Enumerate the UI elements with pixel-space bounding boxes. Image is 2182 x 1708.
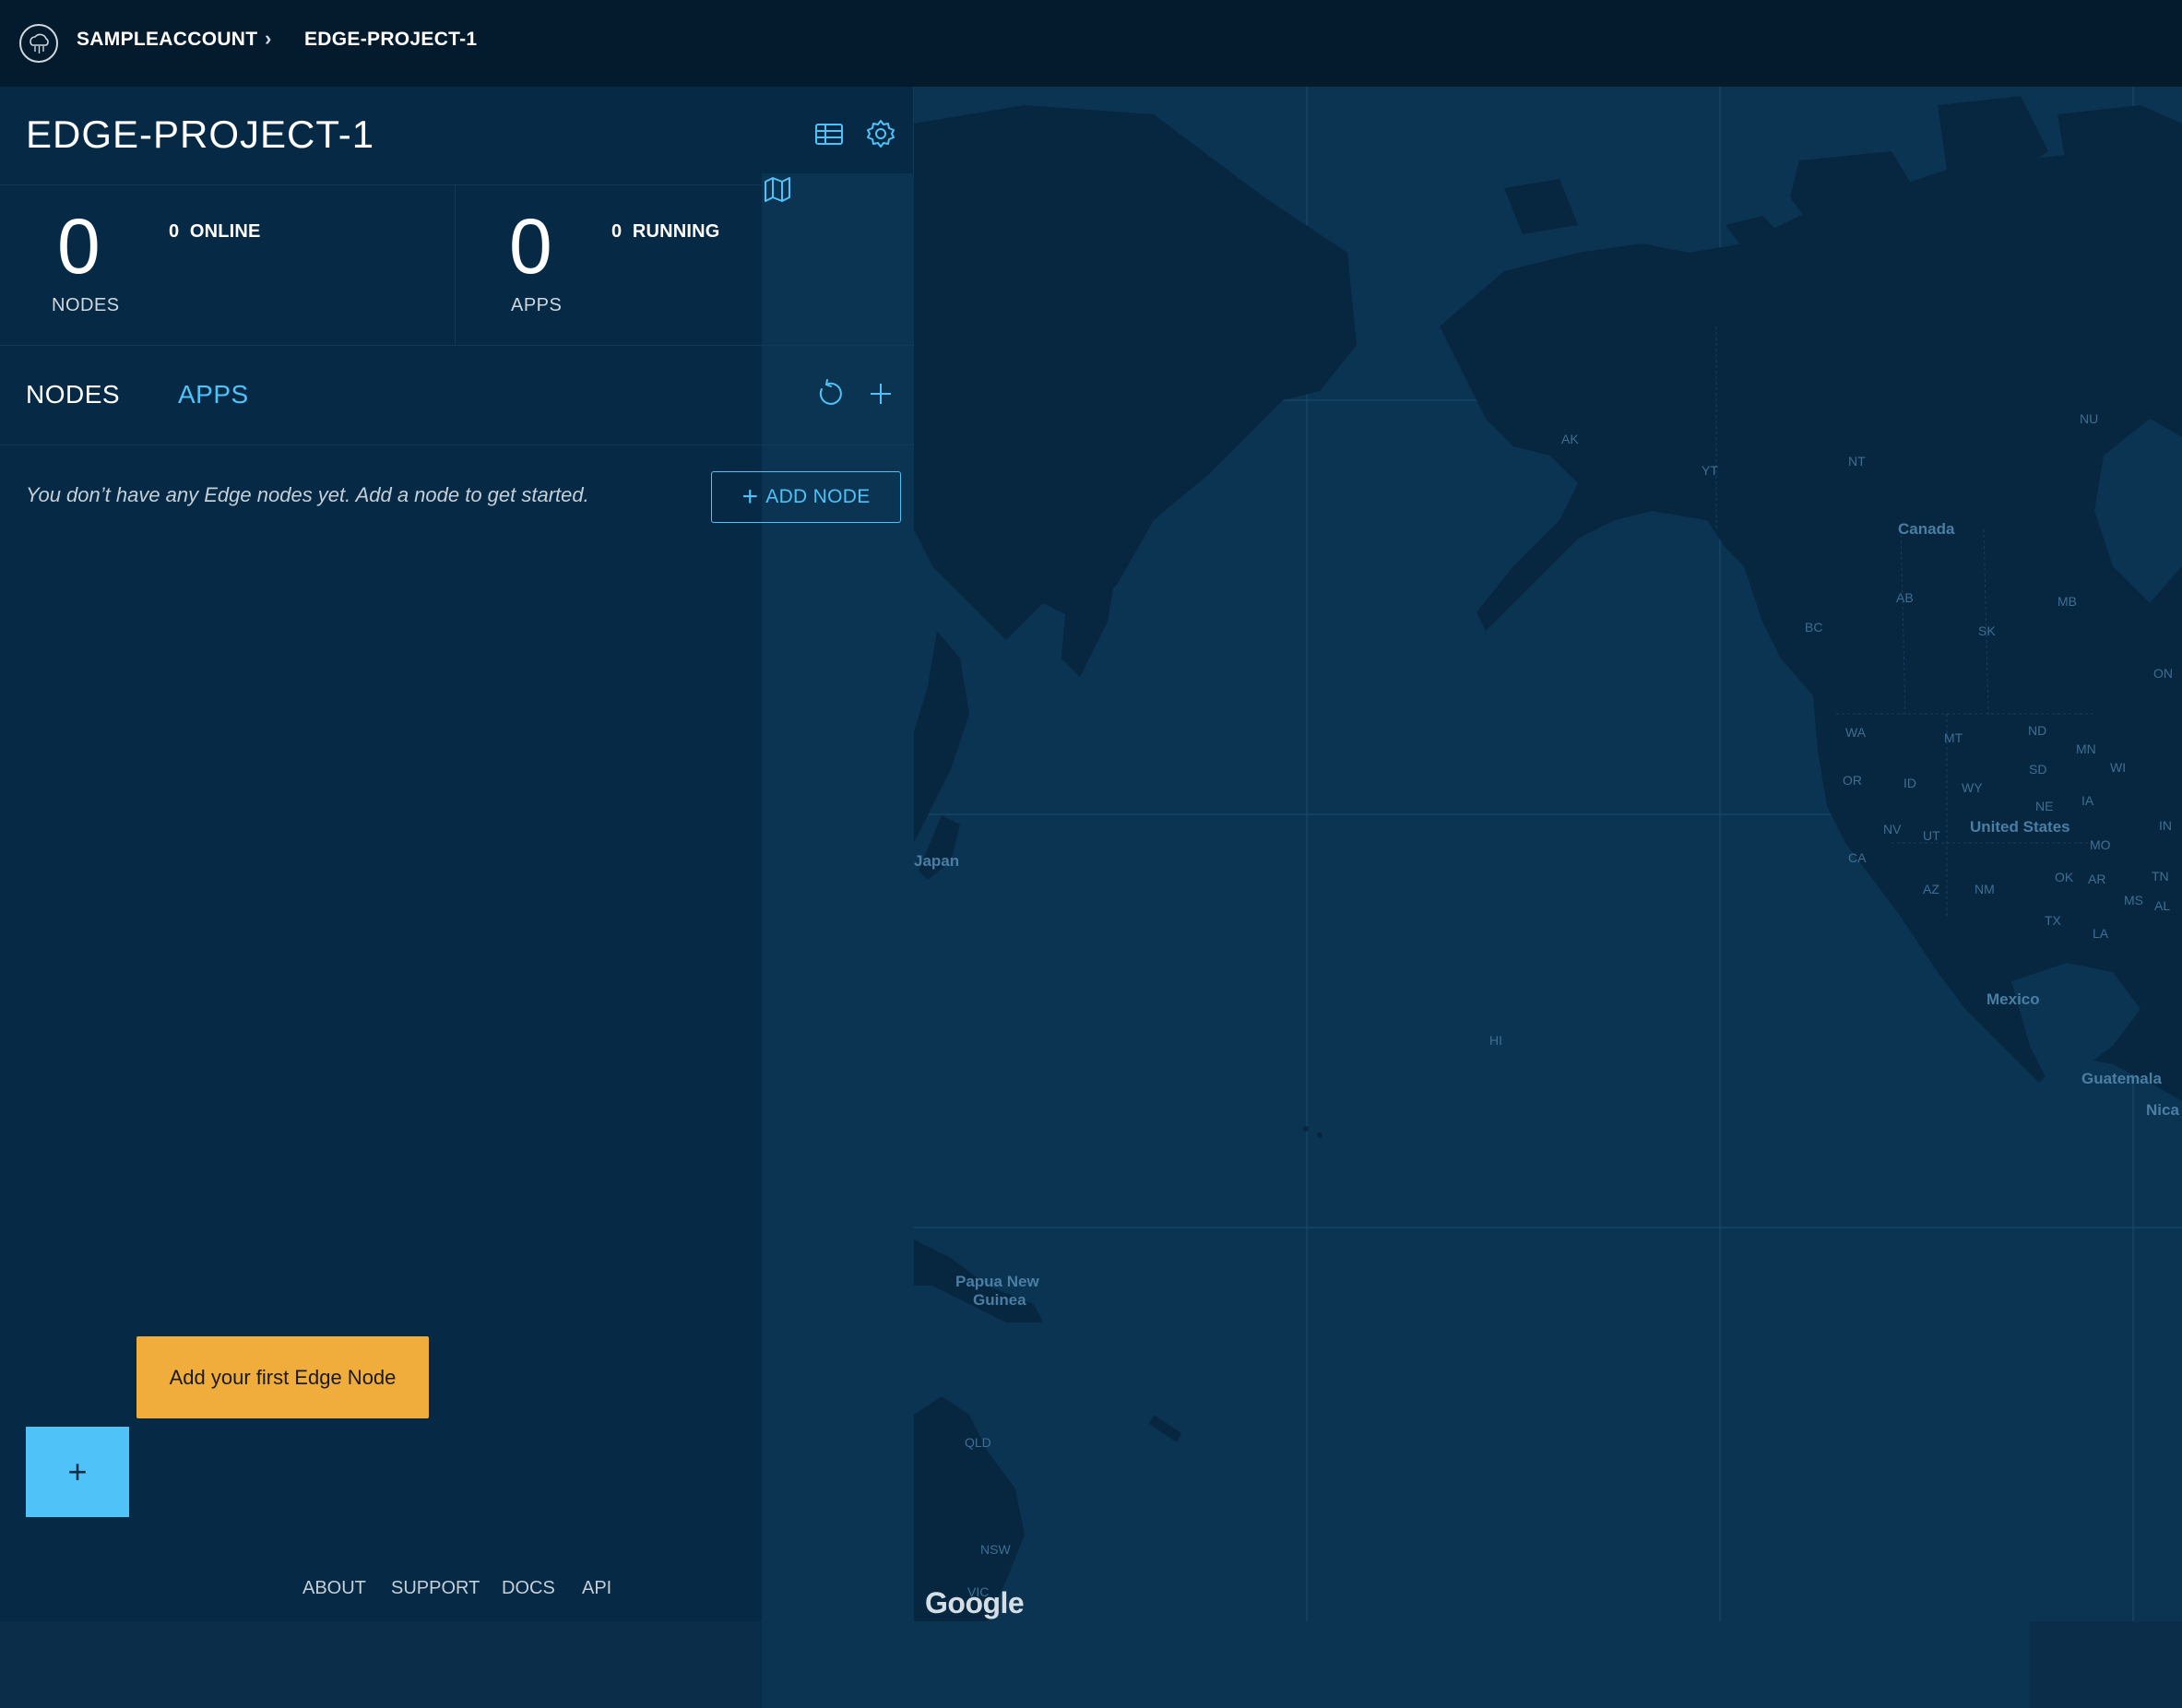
world-map[interactable]: Canada United States Mexico Guatemala Ni… (914, 87, 2182, 1621)
map-label-qld: QLD (965, 1435, 991, 1450)
map-label-canada: Canada (1898, 520, 1955, 538)
map-label-ms: MS (2124, 893, 2143, 907)
map-label-al: AL (2154, 898, 2171, 913)
map-label-yt: YT (1702, 463, 1718, 478)
footer-support-link[interactable]: SUPPORT (391, 1578, 480, 1599)
map-label-az: AZ (1923, 882, 1939, 896)
map-label-mexico: Mexico (1986, 990, 2040, 1008)
map-label-nsw: NSW (980, 1542, 1011, 1557)
add-node-button[interactable]: + ADD NODE (711, 471, 901, 523)
map-label-tn: TN (2152, 869, 2169, 884)
map-label-on: ON (2153, 666, 2173, 681)
map-canvas (914, 87, 2182, 1621)
map-label-in: IN (2159, 818, 2172, 833)
map-label-tx: TX (2045, 913, 2061, 928)
map-label-ut: UT (1923, 828, 1940, 843)
empty-state-message: You don’t have any Edge nodes yet. Add a… (26, 483, 589, 506)
map-label-nv: NV (1883, 822, 1902, 836)
footer-docs-link[interactable]: DOCS (502, 1578, 555, 1599)
map-label-bc: BC (1805, 620, 1823, 635)
tabs-row: NODES APPS (0, 345, 914, 445)
map-label-sk: SK (1978, 623, 1996, 638)
map-label-ak: AK (1561, 432, 1579, 446)
map-label-mb: MB (2057, 594, 2077, 609)
apps-running-count: 0 RUNNING (611, 221, 720, 242)
google-attribution-logo[interactable]: Google (925, 1586, 1025, 1620)
nodes-online-count: 0 ONLINE (169, 221, 261, 242)
breadcrumb-account[interactable]: SAMPLEACCOUNT (77, 29, 257, 51)
apps-count: 0 (509, 203, 552, 290)
map-label-wi: WI (2110, 760, 2127, 775)
map-label-ca: CA (1848, 850, 1867, 865)
nodes-label: NODES (52, 295, 120, 315)
breadcrumb-project[interactable]: EDGE-PROJECT-1 (304, 29, 477, 51)
plus-icon: + (741, 481, 759, 512)
top-bar: SAMPLEACCOUNT › EDGE-PROJECT-1 (0, 0, 2182, 87)
map-label-ar: AR (2088, 872, 2106, 886)
map-label-mt: MT (1944, 730, 1963, 745)
add-icon[interactable] (865, 378, 896, 409)
map-label-wa: WA (1845, 725, 1867, 740)
map-label-japan: Japan (914, 852, 960, 870)
map-label-la: LA (2093, 926, 2109, 941)
map-label-guatemala: Guatemala (2081, 1070, 2162, 1087)
tab-apps[interactable]: APPS (178, 380, 249, 409)
map-label-mn: MN (2076, 741, 2096, 756)
map-label-united-states: United States (1970, 818, 2070, 836)
footer-about-link[interactable]: ABOUT (302, 1578, 366, 1599)
map-label-mo: MO (2090, 837, 2111, 852)
cloud-logo-icon[interactable] (19, 24, 58, 63)
map-label-id: ID (1903, 776, 1916, 790)
footer-api-link[interactable]: API (582, 1578, 611, 1599)
project-header: EDGE-PROJECT-1 (0, 87, 2030, 1708)
add-first-node-tooltip: Add your first Edge Node (136, 1336, 429, 1418)
map-label-nt: NT (1848, 454, 1866, 469)
stats-section: 0 NODES 0 ONLINE 0 APPS 0 RUNNING (0, 184, 914, 346)
stats-divider (455, 184, 456, 345)
map-label-png-2: Guinea (973, 1291, 1026, 1309)
page-title: EDGE-PROJECT-1 (26, 113, 375, 156)
apps-label: APPS (511, 295, 563, 315)
gear-icon[interactable] (865, 118, 896, 149)
nodes-count: 0 (57, 203, 101, 290)
map-label-ia: IA (2081, 793, 2094, 808)
map-label-nd: ND (2028, 723, 2047, 738)
map-label-png-1: Papua New (955, 1273, 1039, 1290)
map-label-hi: HI (1489, 1033, 1502, 1048)
tab-nodes[interactable]: NODES (26, 380, 120, 409)
table-icon[interactable] (813, 118, 845, 149)
project-panel: EDGE-PROJECT-1 0 NODES 0 ONLINE 0 APPS 0… (0, 87, 2030, 1708)
add-node-label: ADD NODE (765, 486, 871, 507)
map-label-ab: AB (1896, 590, 1914, 605)
map-label-nu: NU (2080, 411, 2099, 426)
map-label-ok: OK (2055, 870, 2074, 884)
breadcrumb-separator-icon: › (265, 27, 272, 50)
refresh-icon[interactable] (813, 378, 845, 409)
map-label-wy: WY (1962, 780, 1983, 795)
map-label-ne: NE (2035, 799, 2054, 813)
map-label-sd: SD (2029, 762, 2047, 777)
add-fab-button[interactable]: + (26, 1427, 129, 1517)
map-label-or: OR (1843, 773, 1862, 788)
map-label-nm: NM (1974, 882, 1995, 896)
map-label-nica: Nica (2146, 1101, 2179, 1119)
